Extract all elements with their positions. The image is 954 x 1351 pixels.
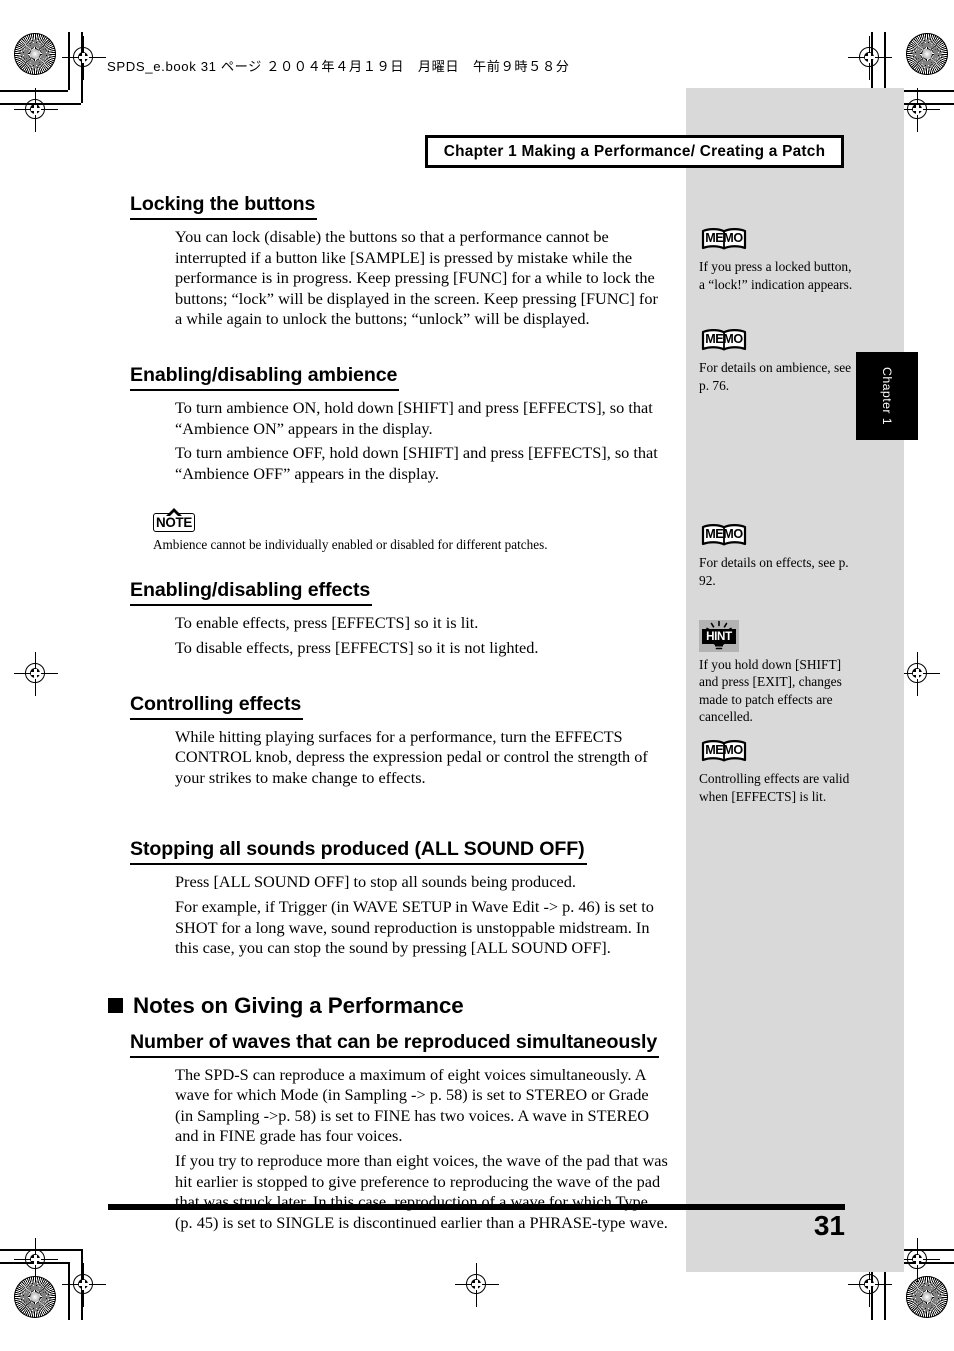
memo-icon: MEMO <box>699 228 749 254</box>
footer-rule <box>108 1204 845 1210</box>
side-note-text: For details on effects, see p. 92. <box>699 555 849 588</box>
black-square-bullet-icon <box>108 998 123 1014</box>
memo-icon: MEMO <box>699 329 749 355</box>
section-paragraph: Press [ALL SOUND OFF] to stop all sounds… <box>175 872 576 892</box>
note-callout: NOTE Ambience cannot be individually ena… <box>153 508 668 553</box>
chapter-thumb-tab: Chapter 1 <box>856 352 918 440</box>
chapter-tab-label: Chapter 1 <box>880 366 894 425</box>
memo-icon: MEMO <box>699 739 749 766</box>
side-note-text: If you hold down [SHIFT] and press [EXIT… <box>699 656 842 725</box>
hint-icon: HINT <box>699 619 739 652</box>
side-note: MEMO For details on effects, see p. 92. <box>699 524 859 589</box>
note-icon: NOTE <box>153 508 195 533</box>
memo-icon-label: MEMO <box>705 742 743 757</box>
section-paragraph: The SPD-S can reproduce a maximum of eig… <box>175 1064 650 1146</box>
side-note: MEMO If you press a locked button, a “lo… <box>699 228 859 293</box>
section-paragraph: To enable effects, press [EFFECTS] so it… <box>175 613 479 633</box>
moire-target-bottom-left <box>14 1276 56 1318</box>
registration-mark-left-top <box>14 88 58 132</box>
chapter-title-bar: Chapter 1 Making a Performance/ Creating… <box>425 135 844 168</box>
major-heading-text: Notes on Giving a Performance <box>133 992 464 1018</box>
section-paragraph: You can lock (disable) the buttons so th… <box>175 227 658 329</box>
major-heading: Notes on Giving a Performance <box>108 993 668 1019</box>
side-note-text: If you press a locked button, a “lock!” … <box>699 259 853 292</box>
memo-icon: MEMO <box>699 524 749 550</box>
section-paragraph: To disable effects, press [EFFECTS] so i… <box>175 637 539 657</box>
registration-mark-left-middle <box>14 652 58 696</box>
page-number: 31 <box>813 1210 845 1241</box>
document-page: SPDS_e.book 31 ページ ２００４年４月１９日 月曜日 午前９時５８… <box>0 0 954 1351</box>
side-note-text: Controlling effects are valid when [EFFE… <box>699 770 850 804</box>
registration-mark-top-left <box>62 36 106 80</box>
registration-mark-bottom-left <box>62 1263 106 1307</box>
section-paragraph: While hitting playing surfaces for a per… <box>175 726 648 787</box>
registration-mark-top-right <box>848 36 892 80</box>
note-icon-label: NOTE <box>156 515 192 531</box>
section-paragraph: If you try to reproduce more than eight … <box>175 1151 668 1232</box>
section-heading: Locking the buttons <box>130 193 318 220</box>
moire-target-bottom-right <box>906 1276 948 1318</box>
note-callout-text: Ambience cannot be individually enabled … <box>153 537 548 553</box>
registration-mark-bottom-center <box>455 1263 499 1307</box>
section-heading: Number of waves that can be reproduced s… <box>130 1031 660 1058</box>
section-enabling-disabling-effects: Enabling/disabling effects To enable eff… <box>108 579 668 658</box>
sidebar-notes-column: MEMO If you press a locked button, a “lo… <box>699 228 859 805</box>
side-note-text: For details on ambience, see p. 76. <box>699 360 852 393</box>
chapter-title-text: Chapter 1 Making a Performance/ Creating… <box>443 142 826 160</box>
side-note: MEMO For details on ambience, see p. 76. <box>699 329 859 394</box>
section-heading: Controlling effects <box>130 693 304 720</box>
side-note: HINT If you hold down [SHIFT] and press … <box>699 619 859 726</box>
memo-icon-label: MEMO <box>705 231 743 245</box>
section-paragraph: To turn ambience OFF, hold down [SHIFT] … <box>175 443 658 483</box>
section-heading: Enabling/disabling effects <box>130 579 373 607</box>
section-heading: Stopping all sounds produced (ALL SOUND … <box>130 838 587 866</box>
memo-icon-label: MEMO <box>705 332 743 347</box>
section-paragraph: For example, if Trigger (in WAVE SETUP i… <box>175 896 654 958</box>
section-controlling-effects: Controlling effects While hitting playin… <box>108 693 668 789</box>
memo-icon-label: MEMO <box>705 527 743 542</box>
registration-mark-left-bottom <box>14 1238 58 1282</box>
hint-icon-label: HINT <box>702 628 736 644</box>
section-enabling-disabling-ambience: Enabling/disabling ambience To turn ambi… <box>108 364 668 484</box>
section-stopping-all-sounds: Stopping all sounds produced (ALL SOUND … <box>108 838 668 958</box>
main-text-column: Locking the buttons You can lock (disabl… <box>108 193 668 1233</box>
section-locking-the-buttons: Locking the buttons You can lock (disabl… <box>108 193 668 330</box>
print-slug: SPDS_e.book 31 ページ ２００４年４月１９日 月曜日 午前９時５８… <box>107 59 570 74</box>
moire-target-top-right <box>906 33 948 75</box>
side-note: MEMO Controlling effects are valid when … <box>699 739 859 805</box>
moire-target-top-left <box>14 33 56 75</box>
section-paragraph: To turn ambience ON, hold down [SHIFT] a… <box>175 397 653 438</box>
section-heading: Enabling/disabling ambience <box>130 364 400 391</box>
